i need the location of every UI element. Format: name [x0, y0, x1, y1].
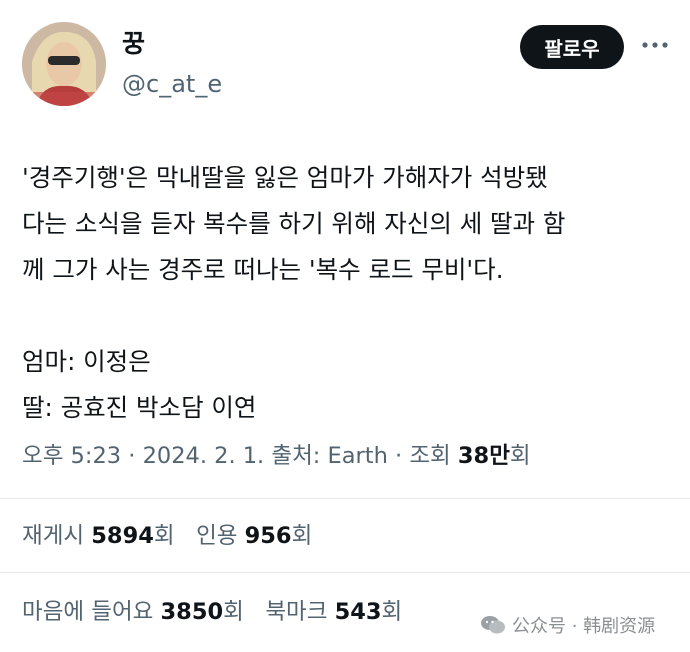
user-handle[interactable]: @c_at_e — [122, 70, 222, 98]
bookmarks-suffix: 회 — [381, 599, 403, 625]
views-suffix: 회 — [509, 443, 531, 469]
retweets-suffix: 회 — [153, 523, 175, 549]
retweets-label: 재게시 — [22, 523, 85, 549]
tweet-source: 출처: Earth — [271, 443, 388, 469]
more-options-icon[interactable] — [638, 28, 672, 62]
views-label: 조회 — [409, 443, 451, 469]
tweet-meta: 오후 5:23 · 2024. 2. 1. 출처: Earth · 조회 38만… — [22, 438, 531, 470]
retweets-stat[interactable]: 재게시 5894회 — [22, 523, 182, 549]
retweets-count: 5894 — [91, 523, 154, 549]
likes-count: 3850 — [160, 599, 224, 625]
stats-row-reactions: 마음에 들어요 3850회 북마크 543회 — [22, 594, 402, 626]
bookmarks-count: 543 — [334, 599, 382, 625]
meta-separator: · — [395, 443, 410, 469]
watermark: 公众号 · 韩剧资源 — [480, 612, 655, 638]
views-count[interactable]: 38만 — [458, 443, 510, 469]
likes-label: 마음에 들어요 — [22, 599, 154, 625]
avatar-image — [22, 22, 106, 106]
meta-separator: · — [128, 443, 143, 469]
quotes-count: 956 — [244, 523, 292, 549]
divider — [0, 572, 690, 573]
tweet-text: '경주기행'은 막내딸을 잃은 엄마가 가해자가 석방됐 다는 소식을 듣자 복… — [22, 163, 566, 422]
tweet-date[interactable]: 2024. 2. 1. — [143, 443, 265, 469]
tweet-time[interactable]: 오후 5:23 — [22, 443, 121, 469]
quotes-label: 인용 — [196, 523, 238, 549]
display-name[interactable]: 꿍 — [122, 24, 145, 60]
bookmarks-stat[interactable]: 북마크 543회 — [265, 599, 402, 625]
avatar[interactable] — [22, 22, 106, 106]
likes-stat[interactable]: 마음에 들어요 3850회 — [22, 599, 251, 625]
wechat-icon — [481, 616, 505, 634]
quotes-stat[interactable]: 인용 956회 — [196, 523, 312, 549]
divider — [0, 498, 690, 499]
quotes-suffix: 회 — [291, 523, 313, 549]
watermark-text: 公众号 · 韩剧资源 — [512, 616, 656, 637]
bookmarks-label: 북마크 — [265, 599, 328, 625]
likes-suffix: 회 — [223, 599, 244, 625]
follow-button[interactable]: 팔로우 — [520, 25, 624, 69]
stats-row-shares: 재게시 5894회 인용 956회 — [22, 518, 312, 550]
